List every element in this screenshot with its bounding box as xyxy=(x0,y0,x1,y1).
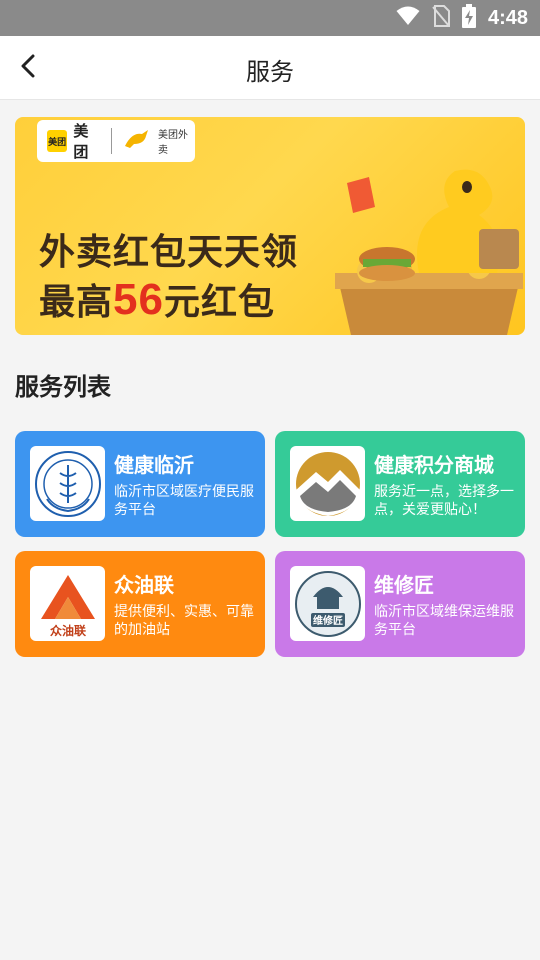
weixiujiang-logo: 维修匠 xyxy=(290,566,365,641)
banner-headline: 外卖红包天天领 xyxy=(39,232,299,273)
page-title: 服务 xyxy=(246,58,294,86)
service-card-health-linyi[interactable]: 健康临沂 临沂市区域医疗便民服务平台 xyxy=(15,431,265,537)
service-name: 众油联 xyxy=(114,573,174,597)
no-sim-icon xyxy=(432,5,450,31)
kangaroo-illustration xyxy=(329,163,525,335)
brand-divider xyxy=(111,128,113,154)
banner-suffix: 元红包 xyxy=(163,282,275,323)
service-description: 服务近一点，选择多一点，关爱更贴心！ xyxy=(374,484,514,518)
kangaroo-icon xyxy=(122,128,152,154)
wifi-icon xyxy=(396,6,420,30)
banner-amount: 56 xyxy=(113,275,164,324)
meituan-logo-icon: 美团 xyxy=(47,130,68,152)
zhongyoulian-logo-text: 众油联 xyxy=(49,623,85,638)
promo-banner[interactable]: 美团 美团 美团外卖 外卖红包天天领 最高56元红包 xyxy=(15,117,525,335)
zhongyoulian-logo: 众油联 xyxy=(30,566,105,641)
battery-charging-icon xyxy=(461,4,476,32)
service-name: 维修匠 xyxy=(374,573,434,597)
status-time: 4:48 xyxy=(487,6,528,29)
service-name: 健康临沂 xyxy=(114,453,194,477)
service-description: 临沂市区域医疗便民服务平台 xyxy=(114,484,254,518)
brand-logo: 美团 美团 美团外卖 xyxy=(37,120,195,162)
weixiujiang-logo-text: 维修匠 xyxy=(313,614,343,627)
service-card-zhongyoulian[interactable]: 众油联 众油联 提供便利、实惠、可靠的加油站 xyxy=(15,551,265,657)
section-title: 服务列表 xyxy=(15,373,111,401)
brand-waimai: 美团外卖 xyxy=(158,130,189,156)
service-description: 临沂市区域维保运维服务平台 xyxy=(374,604,514,638)
banner-prefix: 最高 xyxy=(39,282,114,323)
banner-subheadline: 最高56元红包 xyxy=(39,273,275,325)
status-bar: 4:48 xyxy=(0,0,540,36)
points-mall-logo xyxy=(290,446,365,521)
service-name: 健康积分商城 xyxy=(374,453,494,477)
service-description: 提供便利、实惠、可靠的加油站 xyxy=(114,604,254,638)
service-card-health-points-mall[interactable]: 健康积分商城 服务近一点，选择多一点，关爱更贴心！ xyxy=(275,431,525,537)
service-card-weixiujiang[interactable]: 维修匠 维修匠 临沂市区域维保运维服务平台 xyxy=(275,551,525,657)
app-bar: 服务 xyxy=(0,36,540,100)
health-linyi-logo xyxy=(30,446,105,521)
brand-name: 美团 xyxy=(73,122,89,161)
